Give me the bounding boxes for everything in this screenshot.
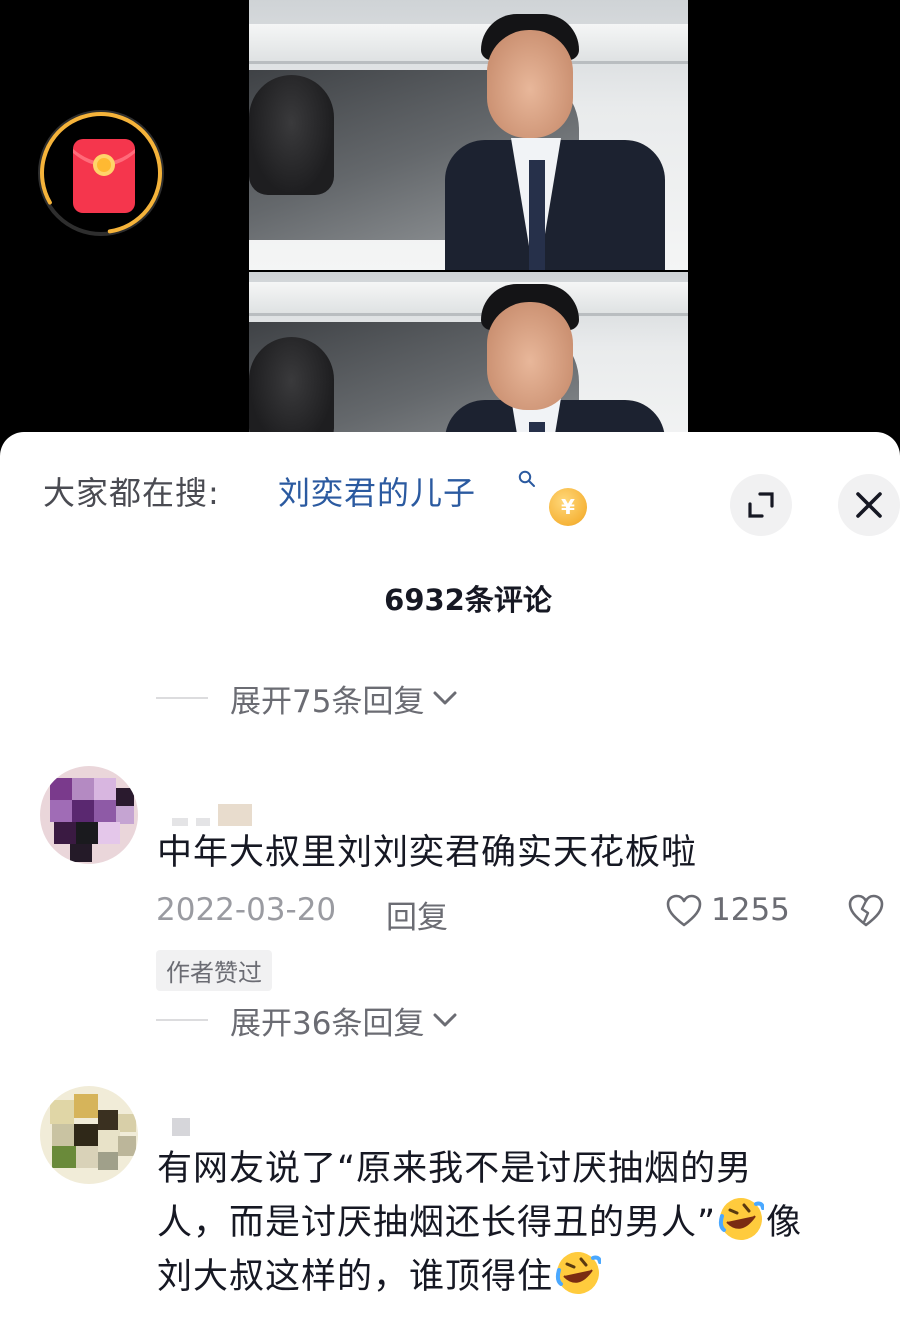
username-redacted[interactable] <box>172 804 252 826</box>
video-player[interactable] <box>0 0 900 460</box>
chevron-down-icon <box>433 691 457 705</box>
close-button[interactable] <box>838 474 900 536</box>
rofl-emoji-icon <box>555 1252 602 1294</box>
heart-icon[interactable] <box>666 894 702 928</box>
comment-text-segment: 刘大叔这样的，谁顶得住 <box>157 1257 554 1297</box>
rofl-emoji-icon <box>719 1198 765 1240</box>
close-icon <box>856 492 882 518</box>
expand-icon <box>748 492 774 518</box>
search-prefix-label: 大家都在搜: <box>43 474 220 512</box>
coin-icon[interactable]: ¥ <box>549 488 587 526</box>
comment-meta: 2022-03-20 回复 1255 <box>156 892 886 936</box>
reply-button[interactable]: 回复 <box>386 892 448 937</box>
search-icon <box>518 470 535 487</box>
expand-replies-label: 展开36条回复 <box>230 1005 425 1042</box>
comment-text: 中年大叔里刘刘奕君确实天花板啦 <box>157 833 698 873</box>
comment-text-line: 有网友说了“原来我不是讨厌抽烟的男 <box>157 1149 753 1189</box>
divider <box>156 697 208 699</box>
expand-replies-button[interactable]: 展开75条回复 <box>156 678 458 720</box>
comment-text-line: 人，而是讨厌抽烟还长得丑的男人” 像 <box>157 1196 877 1250</box>
comment-sheet: 大家都在搜: 刘奕君的儿子 ¥ 6932条评论 展开75条回复 中年大叔里刘刘奕… <box>0 432 900 1332</box>
expand-replies-button[interactable]: 展开36条回复 <box>156 1000 458 1042</box>
search-suggestion-row: 大家都在搜: 刘奕君的儿子 ¥ <box>0 454 900 536</box>
redpacket-icon <box>73 139 135 213</box>
like-count: 1255 <box>711 892 790 928</box>
video-frame-top <box>249 0 688 270</box>
username-redacted[interactable] <box>172 1114 190 1136</box>
comment-text: 有网友说了“原来我不是讨厌抽烟的男 人，而是讨厌抽烟还长得丑的男人” 像 刘大叔… <box>157 1142 877 1304</box>
comment-text-segment: 像 <box>766 1203 803 1243</box>
broken-heart-icon[interactable] <box>848 894 884 928</box>
comment-text-line: 刘大叔这样的，谁顶得住 <box>157 1250 877 1304</box>
avatar[interactable] <box>40 766 138 864</box>
expand-button[interactable] <box>730 474 792 536</box>
chevron-down-icon <box>433 1013 457 1027</box>
avatar[interactable] <box>40 1086 138 1184</box>
search-suggestion-link[interactable]: 刘奕君的儿子 <box>278 468 476 514</box>
redpacket-widget[interactable] <box>38 110 164 236</box>
expand-replies-label: 展开75条回复 <box>230 683 425 720</box>
comment-date: 2022-03-20 <box>156 892 337 928</box>
author-liked-badge: 作者赞过 <box>156 950 272 991</box>
comment-text-segment: 人，而是讨厌抽烟还长得丑的男人” <box>157 1203 717 1243</box>
divider <box>156 1019 208 1021</box>
comment-count-title: 6932条评论 <box>384 583 552 617</box>
